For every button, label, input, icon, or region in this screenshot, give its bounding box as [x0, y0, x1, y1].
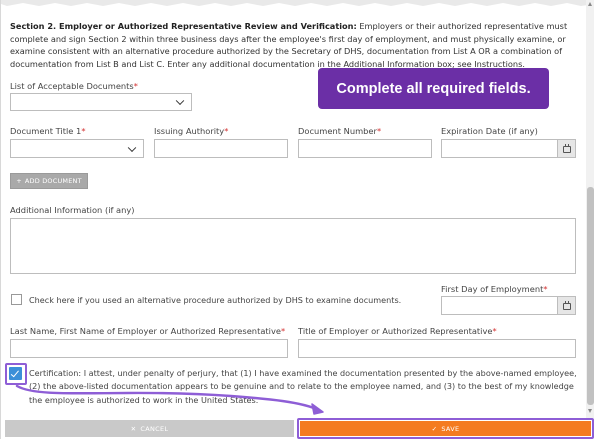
scrollbar-thumb[interactable] [587, 187, 594, 405]
employer-title-label: Title of Employer or Authorized Represen… [298, 326, 497, 336]
torn-edge [1, 0, 594, 6]
additional-info-textarea[interactable] [10, 218, 576, 274]
calendar-icon [563, 301, 571, 310]
document-title-label: Document Title 1* [10, 126, 86, 136]
section2-heading: Section 2. Employer or Authorized Repres… [10, 21, 357, 31]
document-number-label: Document Number* [298, 126, 382, 136]
alt-procedure-label: Check here if you used an alternative pr… [29, 295, 402, 305]
form-footer: ✕ CANCEL ✓ SAVE [1, 418, 594, 439]
chevron-down-icon [127, 143, 137, 152]
acceptable-docs-label: List of Acceptable Documents* [10, 81, 138, 91]
expiration-date-input[interactable] [441, 139, 576, 158]
alt-procedure-checkbox[interactable] [11, 294, 22, 305]
close-icon: ✕ [130, 424, 137, 433]
required-fields-tooltip: Complete all required fields. [318, 68, 549, 109]
plus-icon: + [16, 177, 22, 185]
expiration-date-label: Expiration Date (if any) [441, 126, 538, 136]
scroll-down-icon[interactable] [588, 409, 592, 413]
add-document-button[interactable]: + ADD DOCUMENT [10, 173, 88, 189]
scroll-up-icon[interactable] [588, 2, 592, 6]
calendar-button[interactable] [557, 297, 575, 314]
first-day-input[interactable] [441, 296, 576, 315]
certification-checkbox[interactable] [9, 367, 22, 380]
employer-name-label: Last Name, First Name of Employer or Aut… [10, 326, 286, 336]
issuing-authority-input[interactable] [154, 139, 288, 158]
calendar-button[interactable] [557, 140, 575, 157]
additional-info-label: Additional Information (if any) [10, 205, 135, 215]
acceptable-docs-select[interactable] [10, 93, 192, 111]
document-number-input[interactable] [298, 139, 432, 158]
checkmark-icon: ✓ [431, 424, 438, 433]
chevron-down-icon [175, 96, 185, 106]
section2-intro: Section 2. Employer or Authorized Repres… [10, 20, 578, 70]
employer-title-input[interactable] [298, 339, 576, 358]
i9-section2-form: Section 2. Employer or Authorized Repres… [0, 0, 594, 439]
employer-name-input[interactable] [10, 339, 288, 358]
certification-text: Certification: I attest, under penalty o… [29, 368, 577, 405]
calendar-icon [563, 144, 571, 153]
cancel-button[interactable]: ✕ CANCEL [5, 420, 294, 437]
document-title-select[interactable] [10, 139, 144, 158]
first-day-label: First Day of Employment* [441, 284, 548, 294]
issuing-authority-label: Issuing Authority* [154, 126, 229, 136]
save-button[interactable]: ✓ SAVE [300, 421, 591, 436]
